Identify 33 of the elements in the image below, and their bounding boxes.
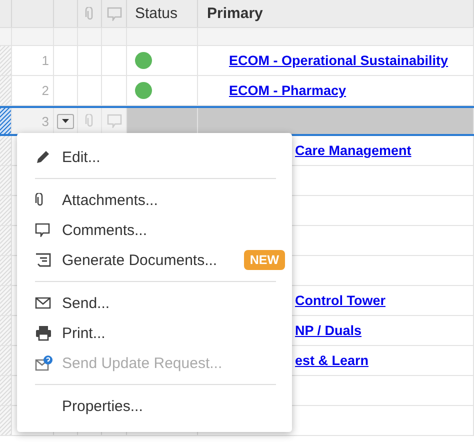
primary-link[interactable]: ECOM - Pharmacy xyxy=(229,83,346,98)
new-badge: NEW xyxy=(244,250,285,270)
row-number: 3 xyxy=(42,114,49,128)
menu-item[interactable]: Edit... xyxy=(17,142,292,172)
primary-link[interactable]: Control Tower xyxy=(295,293,386,308)
document-icon xyxy=(35,252,51,268)
column-header[interactable]: Primary xyxy=(207,5,263,22)
envelope-icon xyxy=(35,297,51,309)
paperclip-icon xyxy=(84,114,94,128)
table-row[interactable]: 1 ECOM - Operational Sustainability xyxy=(0,46,474,76)
comment-icon xyxy=(106,114,122,128)
menu-item[interactable]: Send... xyxy=(17,288,292,318)
row-menu-button[interactable] xyxy=(57,114,74,128)
menu-item[interactable]: Properties... xyxy=(17,391,292,421)
pencil-icon xyxy=(35,149,51,165)
menu-item[interactable]: Attachments... xyxy=(17,185,292,215)
primary-link[interactable]: est & Learn xyxy=(295,353,369,368)
caret-icon xyxy=(62,119,69,123)
primary-link[interactable]: ECOM - Operational Sustainability xyxy=(229,53,448,68)
printer-icon xyxy=(35,325,52,341)
primary-link[interactable]: Care Management xyxy=(295,143,412,158)
row-number: 2 xyxy=(42,83,49,98)
paperclip-icon xyxy=(35,193,45,207)
envelope-question-icon xyxy=(35,355,53,371)
row-number: 1 xyxy=(42,53,49,68)
column-header[interactable]: Status xyxy=(135,5,178,22)
menu-item[interactable]: Generate Documents... NEW xyxy=(17,245,292,275)
comment-icon xyxy=(35,223,50,237)
menu-item[interactable]: Comments... xyxy=(17,215,292,245)
menu-item[interactable]: Print... xyxy=(17,318,292,348)
comment-icon xyxy=(106,6,122,20)
primary-link[interactable]: NP / Duals xyxy=(295,323,362,338)
paperclip-icon xyxy=(84,6,94,20)
